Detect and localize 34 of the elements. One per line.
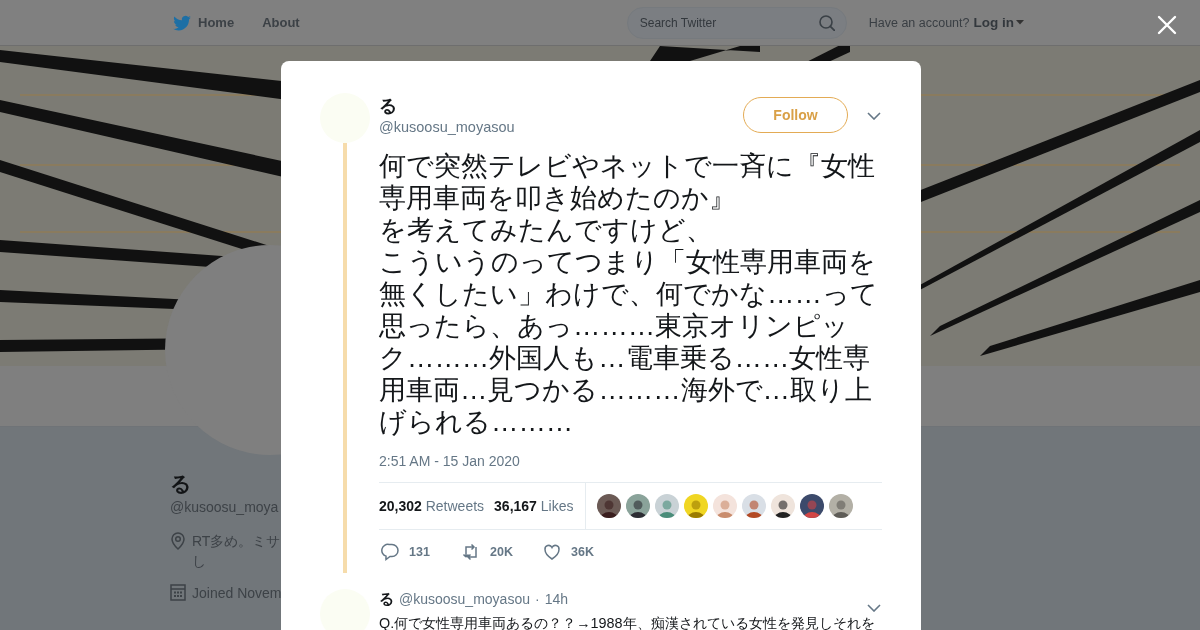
heart-icon [543,542,561,561]
close-icon[interactable] [1157,15,1177,35]
reply-time: 14h [544,589,568,608]
search-icon[interactable] [818,14,835,31]
nav-link[interactable]: About [262,15,300,30]
follow-button[interactable]: Follow [743,97,848,133]
tweet-text: こういうのってつまり「女性専用車両を無くしたい」わけで、何でかな……って思ったら、あっ………東京オリンピック………外国人も…電車乗る……女性専用車両…見つかる………海外で…取り上げられる……… [379,246,879,438]
stat-link[interactable]: 36,167 Likes [494,498,574,514]
tweet-text: 何で突然テレビやネットで一斉に『女性専用車両を叩き始めたのか』 [379,150,876,214]
action-button[interactable]: 20K [462,542,543,561]
tweet-timestamp: 2:51 AM - 15 Jan 2020 [379,452,521,470]
reply-text: Q.何で女性専用車両あるの？？→1988年、痴漢されている女性を発見しそれを [379,614,876,630]
retweet-icon [462,542,480,561]
profile-name: る [170,471,192,497]
stat-link[interactable]: 20,302 Retweets [379,498,485,514]
user-handle: @kusoosu_moyasou [379,118,516,137]
account-prompt: Have an account? [868,15,970,30]
separator-dot: · [534,589,540,608]
search-field[interactable]: Search Twitter [626,6,847,39]
tweet-text: を考えてみたんですけど、 [379,214,714,246]
caret-icon [1016,20,1024,25]
location-icon [170,532,186,550]
avatar [320,93,370,143]
user-name: る [379,95,398,117]
chevron-icon[interactable] [867,604,881,612]
user-name: る [379,589,394,608]
login-link[interactable]: Log in [973,15,1024,30]
user-handle: @kusoosu_moyasou [399,589,530,608]
reply-icon [381,542,399,561]
action-button[interactable]: 131 [381,542,462,561]
action-button[interactable]: 36K [543,542,624,561]
nav-link[interactable]: Home [170,11,235,34]
chevron-icon[interactable] [867,112,881,120]
calendar-icon [170,584,186,601]
